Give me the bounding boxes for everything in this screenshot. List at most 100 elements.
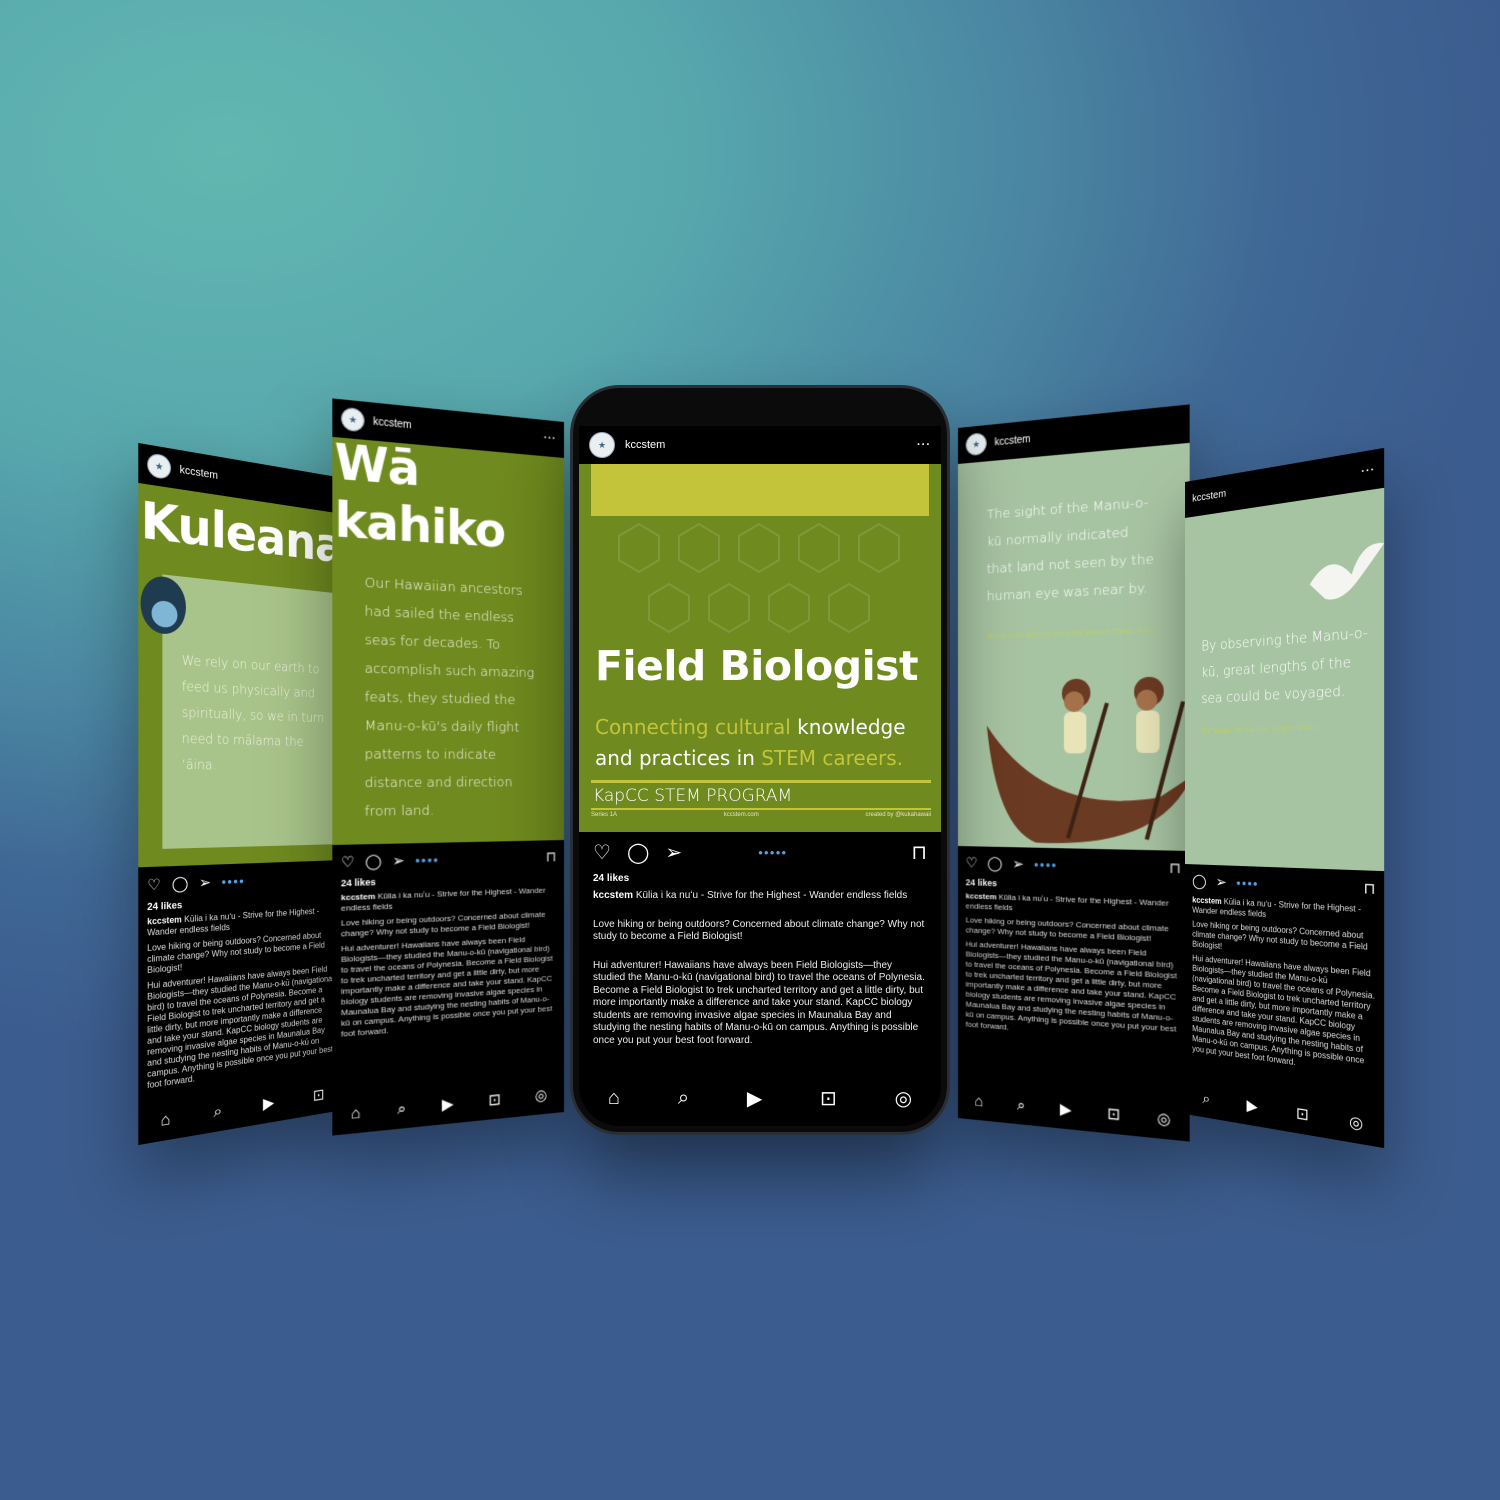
home-icon[interactable]: ⌂ — [975, 1092, 984, 1110]
post-footer: Series 1A kccstem.com created by @kukaha… — [591, 812, 931, 818]
more-icon[interactable]: ··· — [544, 433, 556, 445]
screen-wa-kahiko: ★ kccstem ··· Wā kahiko Our Hawaiian anc… — [332, 398, 564, 1136]
footer-series: Series 1A — [591, 812, 618, 818]
share-icon[interactable]: ➢ — [665, 840, 682, 865]
phone-screen: ★ kccstem ··· Field Biologist Connecting… — [579, 426, 941, 1126]
profile-icon[interactable]: ◎ — [535, 1086, 548, 1105]
bookmark-icon[interactable]: ⊓ — [911, 840, 927, 865]
search-icon[interactable]: ⌕ — [678, 1087, 689, 1110]
reels-icon[interactable]: ▶ — [442, 1094, 454, 1114]
caption-headline: Kūlia i ka nuʻu - Strive for the Highest… — [635, 890, 908, 901]
accent-bar — [591, 464, 929, 516]
shop-icon[interactable]: ⊡ — [820, 1086, 837, 1111]
home-icon[interactable]: ⌂ — [161, 1109, 171, 1129]
post-image: Field Biologist Connecting cultural know… — [579, 464, 941, 832]
profile-icon[interactable]: ◎ — [1349, 1112, 1363, 1134]
carousel-dots: ●●●● — [221, 876, 245, 887]
account-avatar[interactable]: ★ — [965, 432, 987, 457]
more-icon[interactable]: ··· — [1361, 463, 1375, 477]
post-text: We rely on our earth to feed us physical… — [181, 652, 325, 773]
caption-user[interactable]: kccstem — [1192, 895, 1221, 906]
bottom-nav: ⌂ ⌕ ▶ ⊡ ◎ — [579, 1078, 941, 1118]
screen-sight: ★ kccstem The sight of the Manu-o-kū nor… — [958, 404, 1190, 1142]
search-icon[interactable]: ⌕ — [213, 1101, 222, 1121]
more-icon[interactable]: ··· — [917, 439, 931, 451]
footer-credit: created by @kukahawaii — [865, 812, 931, 818]
account-avatar[interactable]: ★ — [147, 452, 172, 481]
caption: kccstem Kūlia i ka nuʻu - Strive for the… — [579, 888, 941, 905]
share-icon[interactable]: ➢ — [1216, 873, 1227, 891]
like-icon[interactable]: ♡ — [593, 840, 611, 865]
reels-icon[interactable]: ▶ — [1060, 1100, 1072, 1120]
comment-icon[interactable]: ◯ — [365, 852, 382, 870]
profile-icon[interactable]: ◎ — [895, 1086, 912, 1111]
comment-icon[interactable]: ◯ — [172, 874, 189, 893]
account-name[interactable]: kccstem — [995, 433, 1031, 448]
comment-icon[interactable]: ◯ — [987, 855, 1002, 873]
bookmark-icon[interactable]: ⊓ — [1169, 859, 1181, 877]
comment-icon[interactable]: ◯ — [627, 840, 649, 865]
post-image: Kuleana We rely on our earth to feed us … — [138, 482, 343, 868]
caption-p2: Hui adventurer! Hawaiians have always be… — [965, 939, 1177, 1034]
bookmark-icon[interactable]: ⊓ — [546, 848, 556, 865]
caption-p2: Hui adventurer! Hawaiians have always be… — [593, 959, 925, 1046]
account-avatar[interactable]: ★ — [340, 406, 365, 433]
carousel-dots: ●●●● — [1236, 878, 1259, 889]
shop-icon[interactable]: ⊡ — [1296, 1103, 1309, 1124]
divider — [591, 808, 931, 810]
bottom-nav: ⌂ ⌕ ▶ ⊡ ◎ — [958, 1080, 1190, 1142]
like-icon[interactable]: ♡ — [966, 854, 978, 871]
reels-icon[interactable]: ▶ — [263, 1093, 274, 1113]
search-icon[interactable]: ⌕ — [1203, 1089, 1211, 1107]
search-icon[interactable]: ⌕ — [1017, 1096, 1025, 1114]
post-title: Field Biologist — [595, 642, 919, 690]
divider — [591, 780, 931, 783]
account-name[interactable]: kccstem — [1192, 488, 1226, 505]
share-icon[interactable]: ➢ — [392, 852, 404, 870]
like-icon[interactable]: ♡ — [147, 875, 161, 894]
phone-mockup: ★ kccstem ··· Field Biologist Connecting… — [573, 388, 947, 1132]
account-name[interactable]: kccstem — [625, 439, 665, 451]
canoe-illustration — [986, 676, 1190, 851]
footer-site: kccstem.com — [723, 812, 759, 818]
share-icon[interactable]: ➢ — [1012, 855, 1024, 873]
post-text: Our Hawaiian ancestors had sailed the en… — [364, 575, 535, 820]
subtitle-part-a: Connecting cultural — [595, 715, 791, 739]
caption-user[interactable]: kccstem — [341, 892, 375, 903]
shop-icon[interactable]: ⊡ — [1107, 1104, 1120, 1124]
caption-headline: Kūlia i ka nuʻu - Strive for the Highest… — [965, 892, 1169, 913]
bottom-nav: ⌕ ▶ ⊡ ◎ — [1185, 1076, 1384, 1148]
bottom-nav: ⌂ ⌕ ▶ ⊡ ◎ — [332, 1074, 564, 1136]
bookmark-icon[interactable]: ⊓ — [1363, 879, 1375, 898]
profile-icon[interactable]: ◎ — [1157, 1109, 1171, 1129]
reels-icon[interactable]: ▶ — [747, 1086, 762, 1111]
caption-user[interactable]: kccstem — [966, 891, 997, 901]
post-note: Kū ʻalapa ʻau kaʻi ka ʻāina mamao — [1201, 723, 1317, 736]
caption-user[interactable]: kccstem — [593, 890, 633, 901]
account-avatar[interactable]: ★ — [589, 432, 615, 458]
program-name: KapCC STEM PROGRAM — [593, 786, 793, 806]
carousel-dots: ●●●● — [1033, 859, 1058, 870]
post-note: Manu-o-kū derives from the phrase "land … — [986, 625, 1157, 641]
caption-p2: Hui adventurer! Hawaiians have always be… — [147, 964, 334, 1091]
home-icon[interactable]: ⌂ — [608, 1087, 620, 1110]
share-icon[interactable]: ➢ — [199, 873, 211, 892]
account-name[interactable]: kccstem — [373, 416, 412, 431]
screen-observing: kccstem ··· By observing the Manu-o-kū, … — [1185, 447, 1385, 1149]
post-text: The sight of the Manu-o-kū normally indi… — [986, 495, 1154, 605]
screen-kuleana: ★ kccstem Kuleana We rely on our earth t… — [138, 442, 343, 1146]
carousel-dots: ●●●● — [415, 855, 440, 866]
search-icon[interactable]: ⌕ — [397, 1099, 406, 1118]
shop-icon[interactable]: ⊡ — [313, 1085, 325, 1105]
post-image: The sight of the Manu-o-kū normally indi… — [958, 442, 1190, 851]
shop-icon[interactable]: ⊡ — [488, 1090, 500, 1110]
comment-icon[interactable]: ◯ — [1192, 872, 1206, 890]
home-icon[interactable]: ⌂ — [351, 1104, 361, 1123]
like-icon[interactable]: ♡ — [341, 853, 355, 871]
subtitle-part-c: STEM careers. — [761, 746, 904, 770]
post-subtitle: Connecting cultural knowledge and practi… — [595, 712, 925, 774]
manu-o-ku-bird-icon — [1309, 542, 1385, 602]
reels-icon[interactable]: ▶ — [1247, 1096, 1258, 1116]
account-name[interactable]: kccstem — [180, 464, 218, 482]
carousel-dots: ●●●●● — [758, 848, 788, 857]
